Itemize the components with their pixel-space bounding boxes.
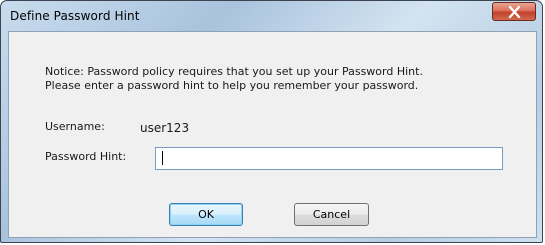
username-value: user123 bbox=[140, 121, 190, 135]
username-label: Username: bbox=[45, 120, 105, 133]
notice-line-2: Please enter a password hint to help you… bbox=[45, 79, 419, 92]
notice-text: Notice: Password policy requires that yo… bbox=[45, 65, 423, 93]
window-title: Define Password Hint bbox=[10, 9, 140, 23]
title-bar[interactable]: Define Password Hint bbox=[1, 1, 542, 31]
close-x-icon bbox=[508, 6, 521, 18]
password-hint-label: Password Hint: bbox=[45, 150, 127, 163]
text-caret bbox=[162, 151, 163, 165]
notice-line-1: Notice: Password policy requires that yo… bbox=[45, 65, 423, 78]
cancel-button[interactable]: Cancel bbox=[294, 203, 369, 226]
dialog-content: Notice: Password policy requires that yo… bbox=[8, 31, 537, 238]
ok-button[interactable]: OK bbox=[169, 203, 243, 226]
dialog-window: Define Password Hint Notice: Password po… bbox=[0, 0, 543, 243]
close-button[interactable] bbox=[492, 2, 536, 21]
password-hint-input[interactable] bbox=[155, 147, 503, 170]
